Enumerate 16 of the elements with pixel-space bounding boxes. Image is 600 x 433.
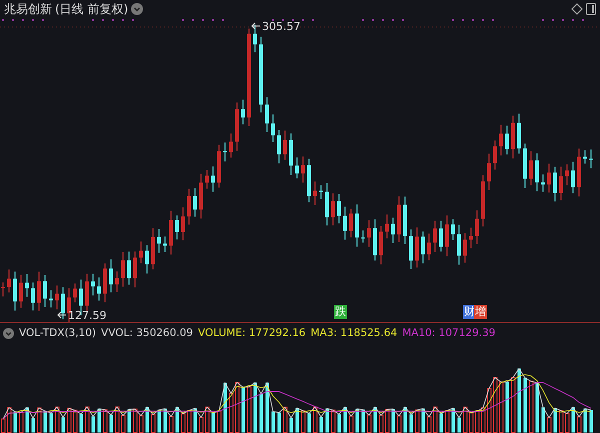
chevron-icon[interactable]	[3, 328, 14, 338]
high-price-label: 305.57	[262, 20, 300, 33]
event-tag[interactable]: 跌	[334, 305, 347, 319]
diamond-icon[interactable]	[571, 3, 583, 15]
chevron-icon[interactable]	[131, 3, 144, 15]
period-label: (日线 前复权)	[55, 0, 128, 18]
indicator-name: VOL-TDX(3,10)	[19, 327, 96, 339]
stock-title: 兆易创新	[4, 0, 52, 18]
indicator-value: MA10: 107129.39	[402, 327, 496, 339]
indicator-value: VVOL: 350260.09	[101, 327, 193, 339]
indicator-value: VOLUME: 177292.16	[198, 327, 306, 339]
event-tag[interactable]: 增	[474, 305, 487, 319]
window-icon[interactable]	[586, 3, 596, 15]
indicator-value: MA3: 118525.64	[310, 327, 398, 339]
arrow-icon	[251, 22, 260, 30]
arrow-icon	[57, 312, 66, 318]
